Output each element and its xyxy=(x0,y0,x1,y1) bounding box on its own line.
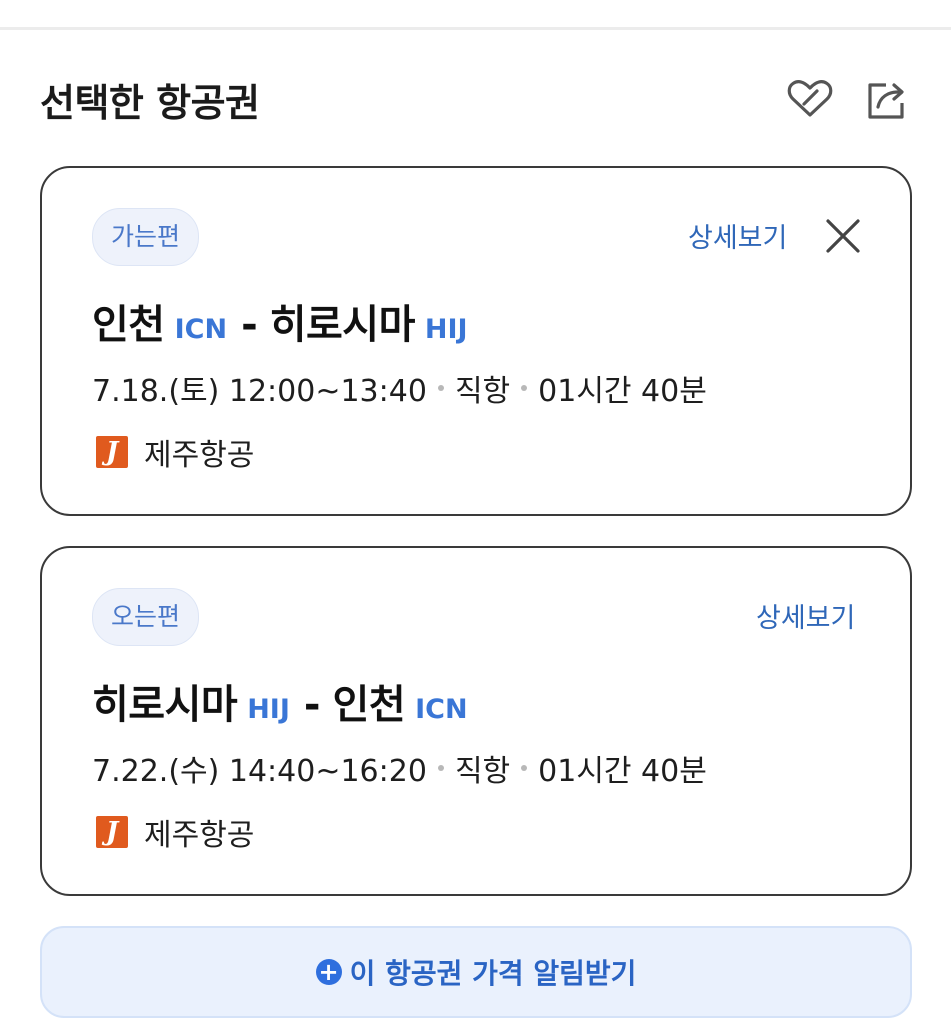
origin-city: 히로시마 xyxy=(92,682,238,728)
outbound-detail-link[interactable]: 상세보기 xyxy=(688,216,787,255)
flight-type: 직항 xyxy=(454,754,511,789)
date-time: 7.18.(토) 12:00~13:40 xyxy=(92,374,427,409)
duration: 01시간 40분 xyxy=(538,754,707,789)
close-icon xyxy=(826,219,860,253)
price-alert-button[interactable]: + 이 항공권 가격 알림받기 xyxy=(40,926,912,1018)
route: 히로시마 HIJ - 인천 ICN xyxy=(92,672,468,730)
header: 선택한 항공권 xyxy=(40,66,912,132)
airline-name: 제주항공 xyxy=(144,438,255,473)
plus-circle-icon: + xyxy=(315,959,342,985)
airline: J 제주항공 xyxy=(96,430,254,474)
heart-link-icon xyxy=(787,80,833,117)
flight-info: 7.22.(수) 14:40~16:20 직항 01시간 40분 xyxy=(92,746,707,790)
favorite-button[interactable] xyxy=(785,74,835,124)
flight-info: 7.18.(토) 12:00~13:40 직항 01시간 40분 xyxy=(92,366,707,410)
origin-city: 인천 xyxy=(92,302,165,348)
inbound-detail-link[interactable]: 상세보기 xyxy=(756,596,855,635)
share-button[interactable] xyxy=(862,74,912,124)
outbound-flight-card: 가는편 상세보기 인천 ICN - 히로시마 HIJ 7.18.(토) 12:0… xyxy=(40,166,912,516)
destination-code: HIJ xyxy=(424,314,468,345)
inbound-flight-card: 오는편 상세보기 히로시마 HIJ - 인천 ICN 7.22.(수) 14:4… xyxy=(40,546,912,896)
origin-code: HIJ xyxy=(247,694,290,725)
destination-city: 히로시마 xyxy=(269,302,416,348)
separator-dot xyxy=(521,385,528,391)
airline-name: 제주항공 xyxy=(144,818,255,853)
date-time: 7.22.(수) 14:40~16:20 xyxy=(92,754,427,789)
separator-dot xyxy=(521,765,528,771)
origin-code: ICN xyxy=(174,314,228,345)
price-alert-label: 이 항공권 가격 알림받기 xyxy=(349,957,637,990)
top-divider xyxy=(0,27,951,30)
page-title: 선택한 항공권 xyxy=(40,81,260,125)
route-dash: - xyxy=(303,682,321,728)
destination-code: ICN xyxy=(415,694,468,725)
airline: J 제주항공 xyxy=(96,810,254,854)
route: 인천 ICN - 히로시마 HIJ xyxy=(92,292,468,350)
airline-logo-icon: J xyxy=(96,816,128,848)
remove-flight-button[interactable] xyxy=(819,212,867,260)
duration: 01시간 40분 xyxy=(538,374,707,409)
flight-type: 직항 xyxy=(454,374,511,409)
destination-city: 인천 xyxy=(332,682,406,728)
inbound-chip: 오는편 xyxy=(92,588,200,646)
share-icon xyxy=(868,83,904,119)
separator-dot xyxy=(437,765,444,771)
route-dash: - xyxy=(241,302,258,348)
airline-logo-icon: J xyxy=(96,436,128,468)
separator-dot xyxy=(437,385,444,391)
outbound-chip: 가는편 xyxy=(92,208,200,266)
